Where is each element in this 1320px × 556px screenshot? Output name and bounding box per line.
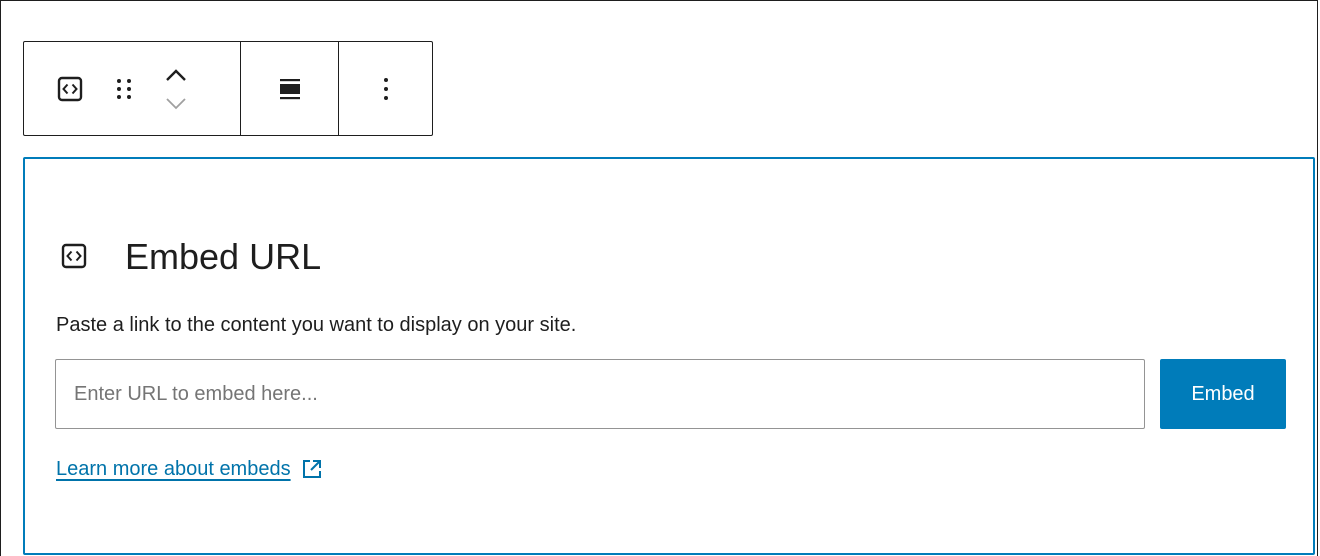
- external-link-icon: [301, 458, 323, 480]
- editor-canvas: Embed URL Paste a link to the content yo…: [0, 0, 1318, 556]
- embed-icon: [61, 243, 89, 271]
- block-movers: [158, 61, 194, 117]
- drag-handle[interactable]: [104, 65, 144, 113]
- chevron-up-icon: [166, 68, 186, 81]
- align-wide-icon: [279, 78, 300, 99]
- placeholder-title: Embed URL: [125, 236, 322, 277]
- block-toolbar-group-options: [338, 42, 432, 135]
- embed-button[interactable]: Embed: [1160, 359, 1286, 429]
- move-up-button[interactable]: [158, 61, 194, 89]
- drag-handle-icon: [117, 78, 131, 99]
- placeholder-instructions: Paste a link to the content you want to …: [56, 314, 577, 336]
- align-button[interactable]: [266, 65, 314, 113]
- more-vertical-icon: [383, 77, 388, 100]
- block-toolbar-group-block: [24, 42, 240, 135]
- block-toolbar: [23, 41, 433, 136]
- options-button[interactable]: [362, 65, 410, 113]
- embed-icon: [57, 76, 83, 101]
- move-down-button[interactable]: [158, 89, 194, 117]
- embed-placeholder: Embed URL Paste a link to the content yo…: [23, 157, 1315, 555]
- placeholder-header: Embed URL: [61, 235, 321, 279]
- learn-more-label: Learn more about embeds: [56, 458, 291, 480]
- block-toolbar-group-align: [240, 42, 338, 135]
- embed-url-input[interactable]: [55, 359, 1145, 429]
- chevron-down-icon: [166, 97, 186, 109]
- learn-more-link[interactable]: Learn more about embeds: [56, 455, 323, 483]
- block-type-button[interactable]: [52, 65, 88, 113]
